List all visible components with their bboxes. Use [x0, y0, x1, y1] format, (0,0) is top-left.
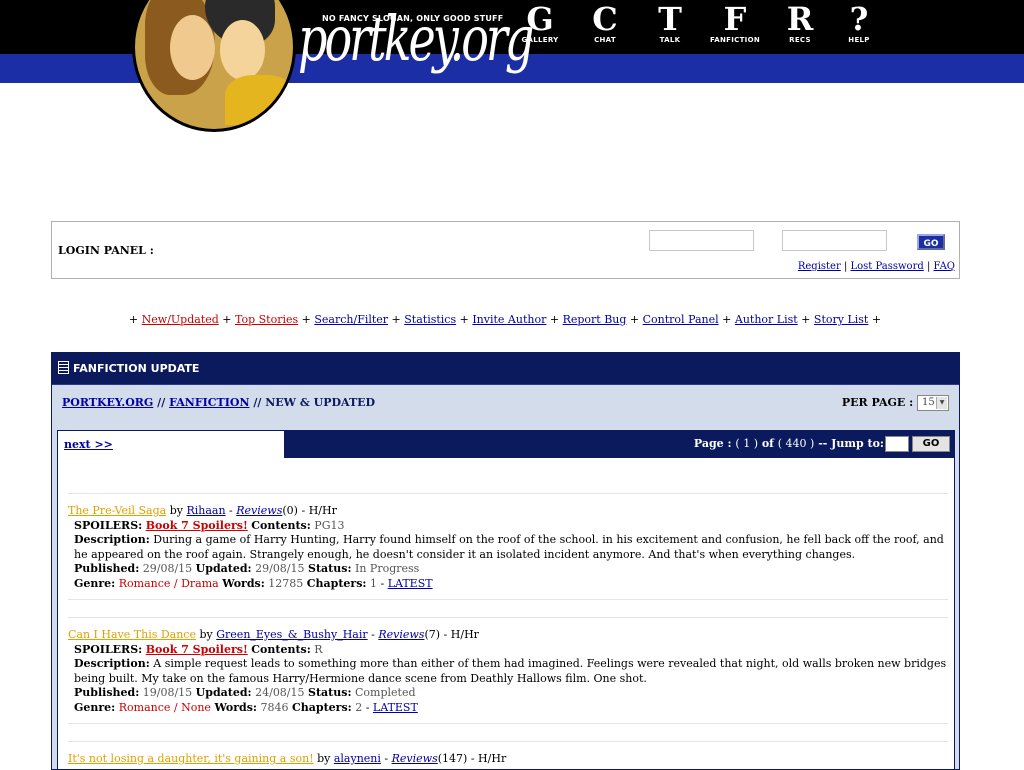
breadcrumb-home[interactable]: PORTKEY.ORG	[62, 396, 153, 409]
story-title[interactable]: It's not losing a daughter, it's gaining…	[68, 752, 314, 765]
jump-to-page-input[interactable]	[885, 436, 909, 452]
menu-top-stories[interactable]: Top Stories	[235, 313, 298, 326]
site-logo-text[interactable]: portkey.org	[298, 2, 534, 75]
panel-header: FANFICTION UPDATE	[52, 353, 959, 385]
login-links: Register | Lost Password | FAQ	[797, 261, 956, 272]
menu-author-list[interactable]: Author List	[735, 313, 798, 326]
breadcrumb: PORTKEY.ORG // FANFICTION // NEW & UPDAT…	[62, 396, 376, 409]
per-page-label: PER PAGE :	[841, 396, 914, 409]
nav-gallery-letter: G	[526, 0, 554, 38]
nav-recs-label: RECS	[789, 36, 811, 44]
story-latest-link[interactable]: LATEST	[373, 701, 418, 714]
nav-recs-letter: R	[786, 0, 814, 38]
login-panel: LOGIN PANEL : GO Register | Lost Passwor…	[51, 221, 960, 279]
menu-report-bug[interactable]: Report Bug	[563, 313, 627, 326]
story-description: A simple request leads to something more…	[74, 657, 947, 685]
breadcrumb-current: NEW & UPDATED	[265, 396, 376, 409]
menu-control-panel[interactable]: Control Panel	[643, 313, 719, 326]
story-title[interactable]: The Pre-Veil Saga	[68, 504, 166, 517]
login-go-button[interactable]: GO	[917, 234, 945, 250]
nav-gallery-label: GALLERY	[521, 36, 559, 44]
story-spoilers[interactable]: Book 7 Spoilers!	[146, 643, 248, 656]
nav-talk-letter: T	[658, 0, 682, 38]
story-author[interactable]: Green_Eyes_&_Bushy_Hair	[216, 628, 367, 641]
jump-go-button[interactable]: GO	[912, 436, 950, 452]
nav-help-letter: ?	[849, 0, 869, 38]
logo-illustration[interactable]	[132, 0, 296, 132]
register-link[interactable]: Register	[798, 261, 841, 272]
story-item: Can I Have This Dance by Green_Eyes_&_Bu…	[68, 617, 948, 724]
dropdown-arrow-icon: ▼	[936, 397, 947, 409]
login-label: LOGIN PANEL :	[58, 244, 154, 257]
nav-recs[interactable]: R RECS	[770, 2, 830, 44]
story-author[interactable]: Rihaan	[186, 504, 225, 517]
menu-new-updated[interactable]: New/Updated	[142, 313, 219, 326]
password-input[interactable]	[782, 230, 887, 251]
nav-chat[interactable]: C CHAT	[575, 2, 635, 44]
story-reviews-link[interactable]: Reviews	[392, 752, 438, 765]
panel-title: FANFICTION UPDATE	[73, 362, 200, 375]
nav-chat-letter: C	[592, 0, 618, 38]
fanfiction-menu: + New/Updated + Top Stories + Search/Fil…	[128, 313, 882, 326]
story-list-container: next >> Page : ( 1 ) of ( 440 ) -- Jump …	[57, 430, 955, 769]
per-page-control: PER PAGE : 15 ▼	[842, 395, 949, 411]
pager-left: next >>	[58, 431, 284, 458]
story-item: The Pre-Veil Saga by Rihaan - Reviews(0)…	[68, 493, 948, 600]
username-input[interactable]	[649, 230, 754, 251]
menu-statistics[interactable]: Statistics	[404, 313, 456, 326]
page-indicator: Page : ( 1 ) of ( 440 ) -- Jump to:	[693, 437, 884, 450]
menu-search-filter[interactable]: Search/Filter	[314, 313, 388, 326]
menu-invite-author[interactable]: Invite Author	[472, 313, 546, 326]
story-item: It's not losing a daughter, it's gaining…	[68, 741, 948, 767]
story-author[interactable]: alayneni	[334, 752, 381, 765]
faq-link[interactable]: FAQ	[934, 261, 956, 272]
nav-fanfiction-label: FANFICTION	[710, 36, 760, 44]
nav-help[interactable]: ? HELP	[829, 2, 889, 44]
nav-help-label: HELP	[848, 36, 870, 44]
story-latest-link[interactable]: LATEST	[388, 577, 433, 590]
nav-gallery[interactable]: G GALLERY	[510, 2, 570, 44]
document-icon	[58, 361, 69, 374]
story-spoilers[interactable]: Book 7 Spoilers!	[146, 519, 248, 532]
nav-talk[interactable]: T TALK	[640, 2, 700, 44]
lost-password-link[interactable]: Lost Password	[851, 261, 924, 272]
story-reviews-link[interactable]: Reviews	[236, 504, 282, 517]
nav-fanfiction[interactable]: F FANFICTION	[705, 2, 765, 44]
nav-chat-label: CHAT	[594, 36, 616, 44]
breadcrumb-fanfiction[interactable]: FANFICTION	[169, 396, 249, 409]
menu-story-list[interactable]: Story List	[814, 313, 868, 326]
pager-bar: Page : ( 1 ) of ( 440 ) -- Jump to: GO	[284, 431, 954, 458]
fanfiction-update-panel: FANFICTION UPDATE PORTKEY.ORG // FANFICT…	[51, 352, 960, 770]
nav-talk-label: TALK	[659, 36, 681, 44]
story-reviews-link[interactable]: Reviews	[378, 628, 424, 641]
story-description: During a game of Harry Hunting, Harry fo…	[74, 533, 944, 561]
per-page-select[interactable]: 15 ▼	[917, 395, 949, 411]
next-page-link[interactable]: next >>	[64, 438, 113, 451]
story-title[interactable]: Can I Have This Dance	[68, 628, 196, 641]
nav-fanfiction-letter: F	[723, 0, 747, 38]
